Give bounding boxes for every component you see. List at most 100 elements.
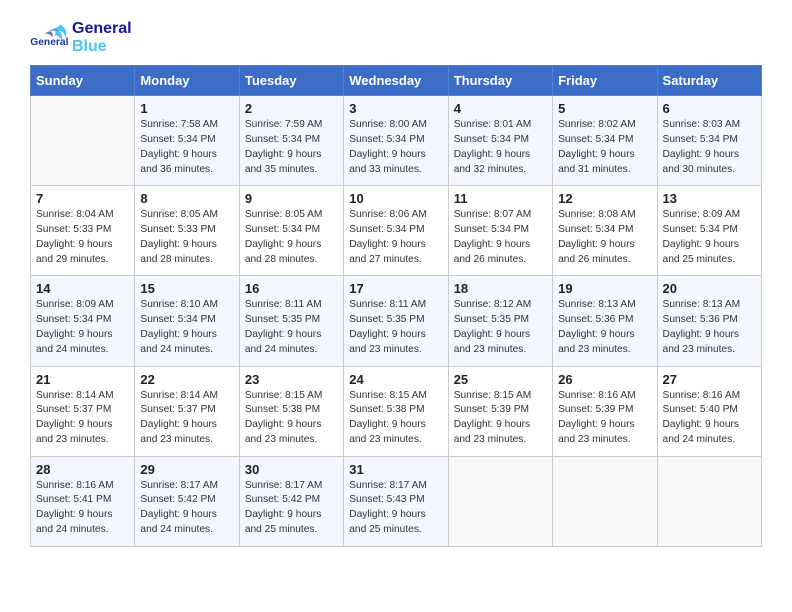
calendar-cell: 23 Sunrise: 8:15 AM Sunset: 5:38 PM Dayli… [239,366,343,456]
day-info: Sunrise: 8:14 AM Sunset: 5:37 PM Dayligh… [36,389,129,448]
calendar-cell: 9Sunrise: 8:05 AM Sunset: 5:34 PM Daylig… [239,186,343,276]
day-number: 9 [245,191,338,206]
logo-text: General Blue [72,20,132,55]
day-number: 30 [245,462,338,477]
calendar-week-3: 14 Sunrise: 8:09 AM Sunset: 5:34 PM Dayli… [31,276,762,366]
day-info: Sunrise: 8:09 AM Sunset: 5:34 PM Dayligh… [663,208,756,267]
day-info: Sunrise: 8:05 AM Sunset: 5:33 PM Dayligh… [140,208,233,267]
day-number: 5 [558,101,651,116]
day-number: 15 [140,281,233,296]
day-number: 31 [349,462,442,477]
day-info: Sunrise: 8:14 AM Sunset: 5:37 PM Dayligh… [140,389,233,448]
day-header-saturday: Saturday [657,66,761,96]
day-number: 20 [663,281,756,296]
day-number: 26 [558,372,651,387]
calendar-cell: 15 Sunrise: 8:10 AM Sunset: 5:34 PM Dayli… [135,276,239,366]
calendar-cell: 22 Sunrise: 8:14 AM Sunset: 5:37 PM Dayli… [135,366,239,456]
day-number: 4 [454,101,547,116]
calendar-cell: 30 Sunrise: 8:17 AM Sunset: 5:42 PM Dayli… [239,456,343,546]
calendar-cell: 18Sunrise: 8:12 AM Sunset: 5:35 PM Dayli… [448,276,552,366]
day-info: Sunrise: 8:11 AM Sunset: 5:35 PM Dayligh… [349,298,442,357]
day-info: Sunrise: 8:06 AM Sunset: 5:34 PM Dayligh… [349,208,442,267]
calendar-week-4: 21 Sunrise: 8:14 AM Sunset: 5:37 PM Dayli… [31,366,762,456]
day-number: 29 [140,462,233,477]
calendar-cell: 29 Sunrise: 8:17 AM Sunset: 5:42 PM Dayli… [135,456,239,546]
day-info: Sunrise: 8:01 AM Sunset: 5:34 PM Dayligh… [454,118,547,177]
day-header-monday: Monday [135,66,239,96]
day-info: Sunrise: 8:17 AM Sunset: 5:43 PM Dayligh… [349,479,442,538]
day-info: Sunrise: 8:15 AM Sunset: 5:38 PM Dayligh… [245,389,338,448]
calendar-table: SundayMondayTuesdayWednesdayThursdayFrid… [30,65,762,547]
calendar-cell [657,456,761,546]
calendar-cell: 10 Sunrise: 8:06 AM Sunset: 5:34 PM Dayli… [344,186,448,276]
calendar-cell: 24Sunrise: 8:15 AM Sunset: 5:38 PM Dayli… [344,366,448,456]
calendar-cell: 1 Sunrise: 7:58 AM Sunset: 5:34 PM Daylig… [135,96,239,186]
calendar-cell: 3Sunrise: 8:00 AM Sunset: 5:34 PM Daylig… [344,96,448,186]
calendar-cell [553,456,657,546]
day-info: Sunrise: 8:08 AM Sunset: 5:34 PM Dayligh… [558,208,651,267]
day-info: Sunrise: 8:04 AM Sunset: 5:33 PM Dayligh… [36,208,129,267]
svg-text:General: General [30,37,68,48]
day-number: 25 [454,372,547,387]
day-number: 1 [140,101,233,116]
day-info: Sunrise: 8:17 AM Sunset: 5:42 PM Dayligh… [245,479,338,538]
calendar-cell: 5 Sunrise: 8:02 AM Sunset: 5:34 PM Daylig… [553,96,657,186]
day-info: Sunrise: 8:11 AM Sunset: 5:35 PM Dayligh… [245,298,338,357]
calendar-cell: 19Sunrise: 8:13 AM Sunset: 5:36 PM Dayli… [553,276,657,366]
calendar-cell: 27Sunrise: 8:16 AM Sunset: 5:40 PM Dayli… [657,366,761,456]
calendar-cell: 7 Sunrise: 8:04 AM Sunset: 5:33 PM Daylig… [31,186,135,276]
day-info: Sunrise: 8:09 AM Sunset: 5:34 PM Dayligh… [36,298,129,357]
calendar-cell: 20 Sunrise: 8:13 AM Sunset: 5:36 PM Dayli… [657,276,761,366]
day-header-friday: Friday [553,66,657,96]
day-number: 6 [663,101,756,116]
day-info: Sunrise: 7:59 AM Sunset: 5:34 PM Dayligh… [245,118,338,177]
day-number: 12 [558,191,651,206]
day-header-wednesday: Wednesday [344,66,448,96]
calendar-cell: 28Sunrise: 8:16 AM Sunset: 5:41 PM Dayli… [31,456,135,546]
calendar-cell: 31 Sunrise: 8:17 AM Sunset: 5:43 PM Dayli… [344,456,448,546]
calendar-cell: 6 Sunrise: 8:03 AM Sunset: 5:34 PM Daylig… [657,96,761,186]
day-info: Sunrise: 8:16 AM Sunset: 5:39 PM Dayligh… [558,389,651,448]
calendar-cell: 17 Sunrise: 8:11 AM Sunset: 5:35 PM Dayli… [344,276,448,366]
day-number: 8 [140,191,233,206]
calendar-cell: 2Sunrise: 7:59 AM Sunset: 5:34 PM Daylig… [239,96,343,186]
day-header-tuesday: Tuesday [239,66,343,96]
calendar-cell: 16Sunrise: 8:11 AM Sunset: 5:35 PM Dayli… [239,276,343,366]
day-number: 7 [36,191,129,206]
day-info: Sunrise: 8:16 AM Sunset: 5:40 PM Dayligh… [663,389,756,448]
day-info: Sunrise: 8:03 AM Sunset: 5:34 PM Dayligh… [663,118,756,177]
day-info: Sunrise: 8:02 AM Sunset: 5:34 PM Dayligh… [558,118,651,177]
day-info: Sunrise: 8:16 AM Sunset: 5:41 PM Dayligh… [36,479,129,538]
day-header-sunday: Sunday [31,66,135,96]
calendar-cell: 13 Sunrise: 8:09 AM Sunset: 5:34 PM Dayli… [657,186,761,276]
calendar-cell: 25Sunrise: 8:15 AM Sunset: 5:39 PM Dayli… [448,366,552,456]
day-number: 23 [245,372,338,387]
day-number: 11 [454,191,547,206]
day-number: 17 [349,281,442,296]
day-number: 13 [663,191,756,206]
calendar-cell: 26 Sunrise: 8:16 AM Sunset: 5:39 PM Dayli… [553,366,657,456]
day-number: 21 [36,372,129,387]
day-info: Sunrise: 8:12 AM Sunset: 5:35 PM Dayligh… [454,298,547,357]
day-number: 22 [140,372,233,387]
day-number: 14 [36,281,129,296]
day-number: 10 [349,191,442,206]
calendar-week-1: 1 Sunrise: 7:58 AM Sunset: 5:34 PM Daylig… [31,96,762,186]
day-info: Sunrise: 8:07 AM Sunset: 5:34 PM Dayligh… [454,208,547,267]
day-info: Sunrise: 8:00 AM Sunset: 5:34 PM Dayligh… [349,118,442,177]
calendar-cell: 12 Sunrise: 8:08 AM Sunset: 5:34 PM Dayli… [553,186,657,276]
calendar-week-2: 7 Sunrise: 8:04 AM Sunset: 5:33 PM Daylig… [31,186,762,276]
day-info: Sunrise: 8:13 AM Sunset: 5:36 PM Dayligh… [663,298,756,357]
day-info: Sunrise: 8:10 AM Sunset: 5:34 PM Dayligh… [140,298,233,357]
calendar-cell: 11 Sunrise: 8:07 AM Sunset: 5:34 PM Dayli… [448,186,552,276]
day-info: Sunrise: 8:17 AM Sunset: 5:42 PM Dayligh… [140,479,233,538]
calendar-cell: 21 Sunrise: 8:14 AM Sunset: 5:37 PM Dayli… [31,366,135,456]
calendar-header-row: SundayMondayTuesdayWednesdayThursdayFrid… [31,66,762,96]
calendar-cell: 8 Sunrise: 8:05 AM Sunset: 5:33 PM Daylig… [135,186,239,276]
day-info: Sunrise: 8:13 AM Sunset: 5:36 PM Dayligh… [558,298,651,357]
calendar-cell: 4 Sunrise: 8:01 AM Sunset: 5:34 PM Daylig… [448,96,552,186]
day-info: Sunrise: 7:58 AM Sunset: 5:34 PM Dayligh… [140,118,233,177]
day-number: 24 [349,372,442,387]
logo: General General Blue [30,20,132,55]
calendar-cell [31,96,135,186]
